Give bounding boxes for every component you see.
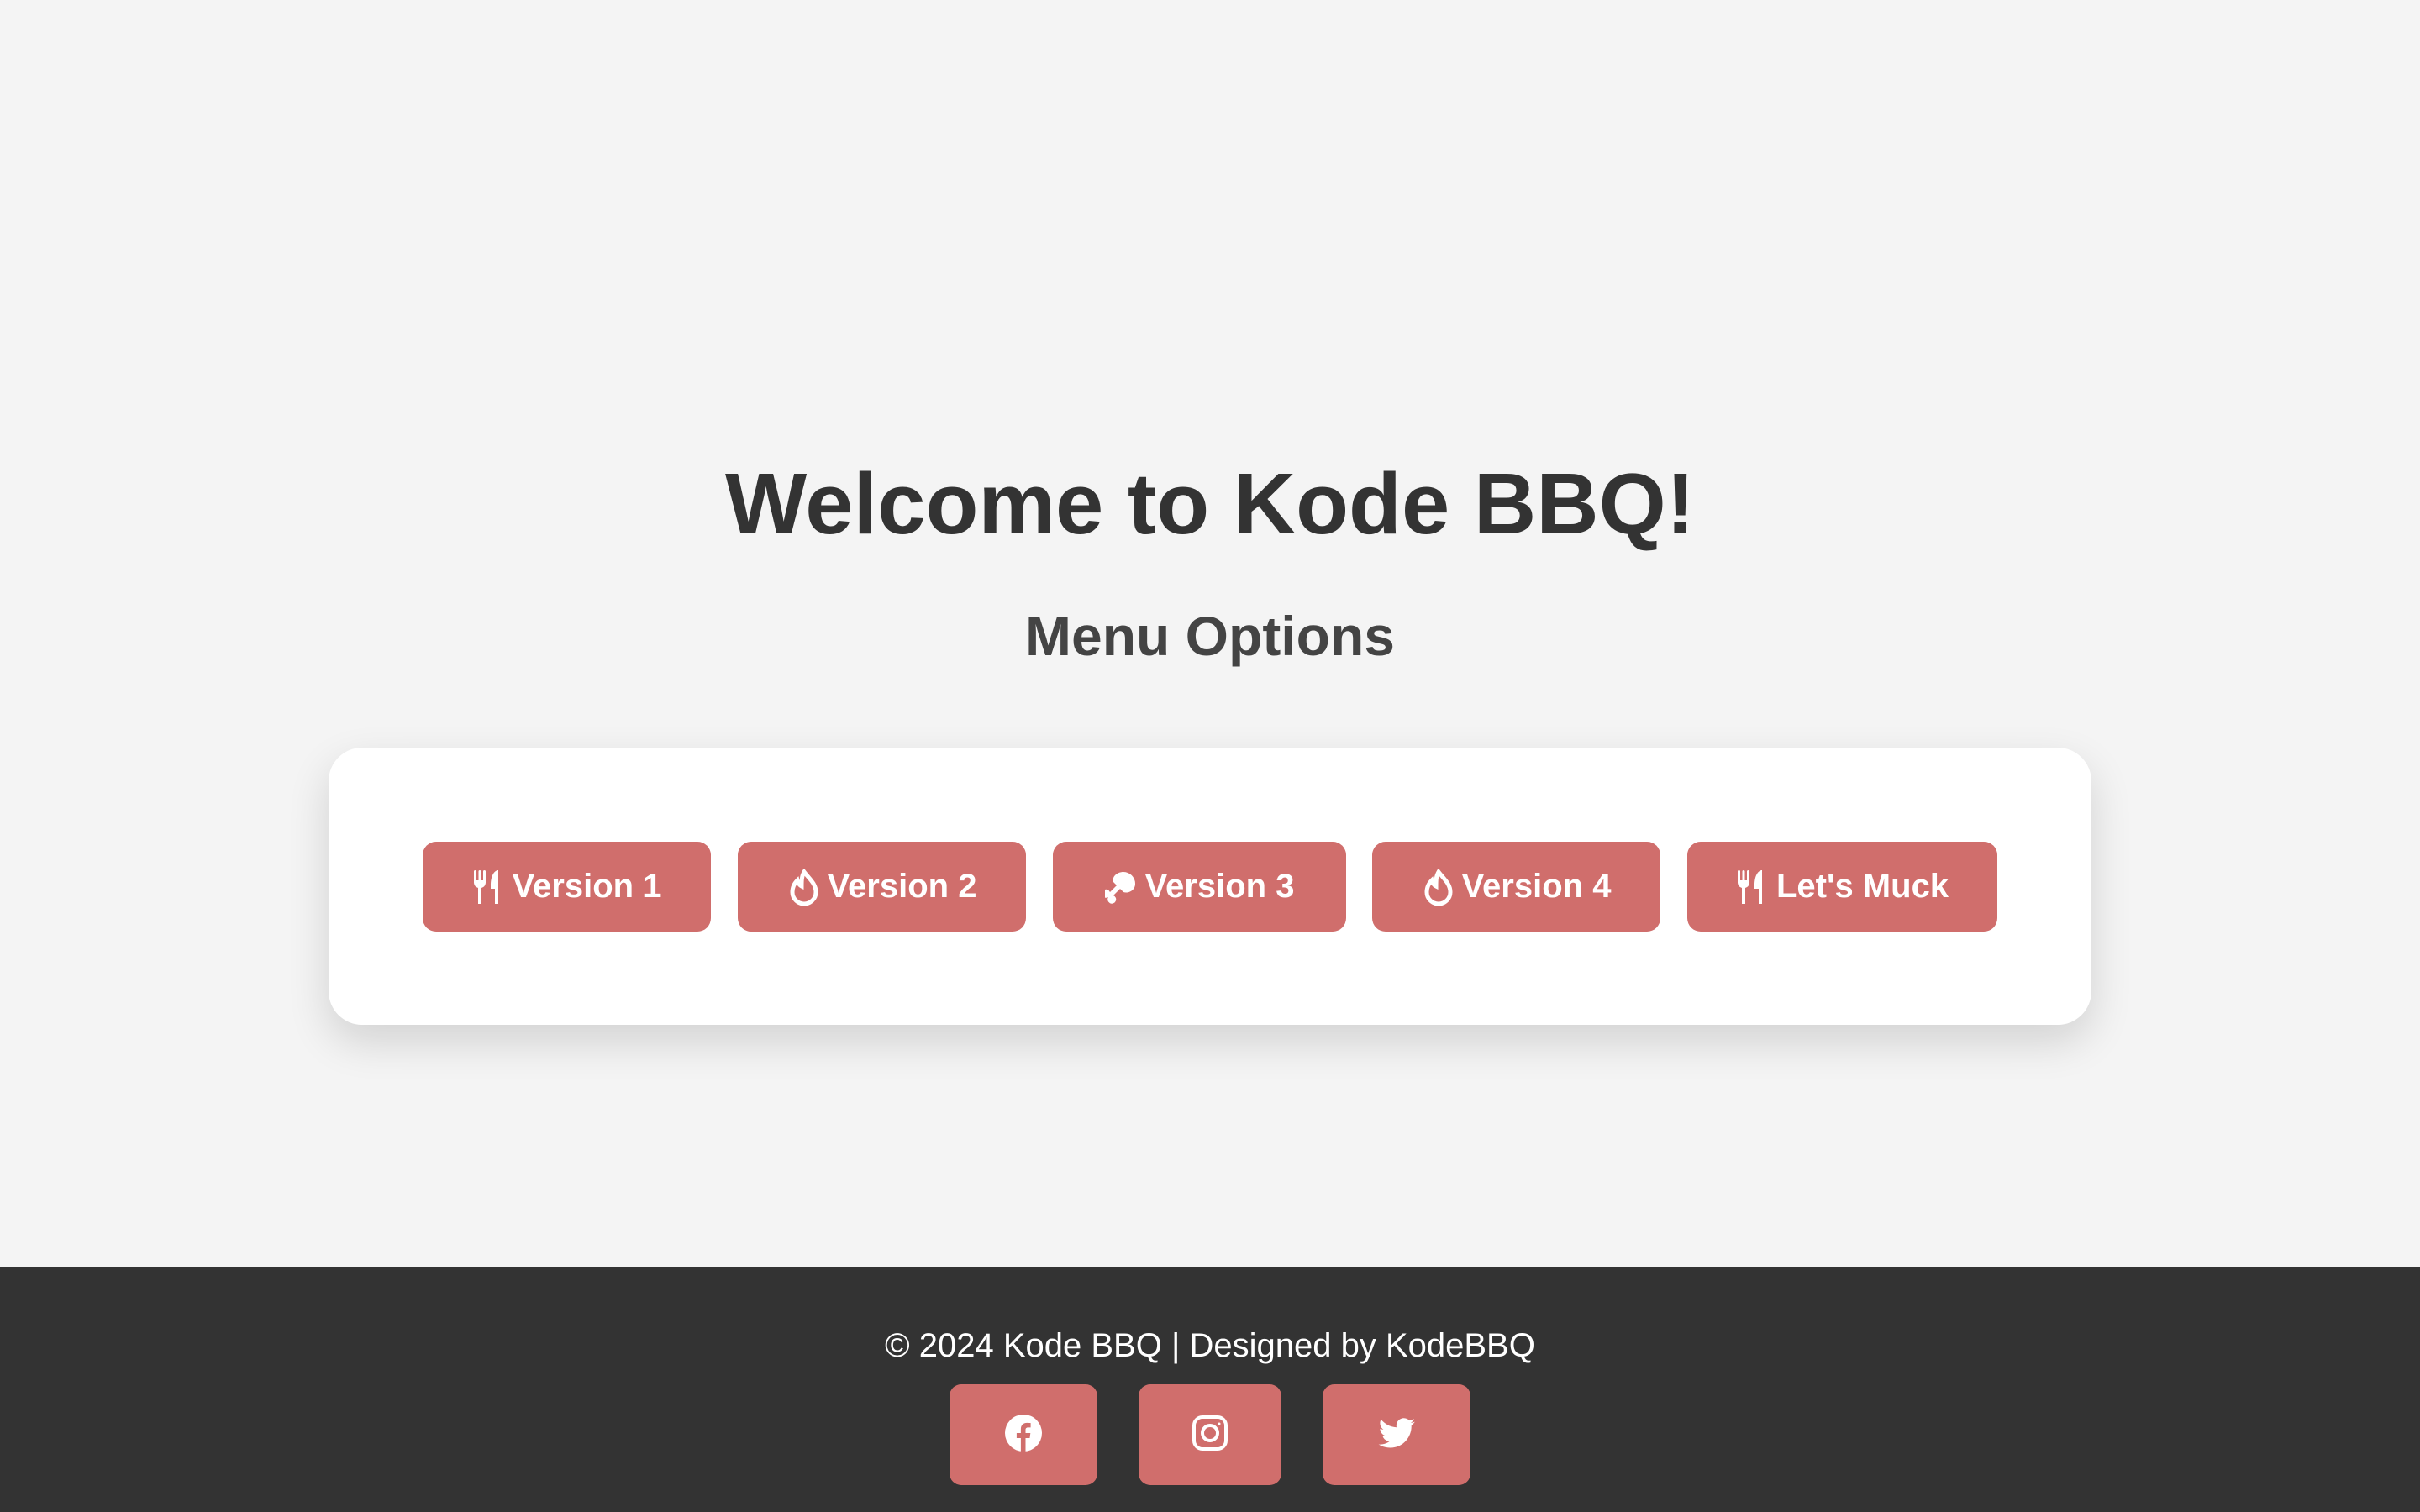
version-4-label: Version 4 (1461, 868, 1612, 905)
fire-icon (787, 868, 821, 906)
facebook-icon (1003, 1413, 1044, 1457)
version-1-label: Version 1 (512, 868, 662, 905)
copyright-text: © 2024 Kode BBQ | Designed by KodeBBQ (885, 1327, 1535, 1364)
lets-muck-button[interactable]: Let's Muck (1687, 842, 1997, 932)
menu-card: Version 1 Version 2 Version 3 Version 4 … (329, 748, 2091, 1025)
instagram-button[interactable] (1139, 1384, 1281, 1485)
footer: © 2024 Kode BBQ | Designed by KodeBBQ (0, 1267, 2420, 1512)
drumstick-icon (1104, 869, 1139, 906)
version-3-label: Version 3 (1144, 868, 1295, 905)
section-heading: Menu Options (1025, 605, 1395, 667)
version-4-button[interactable]: Version 4 (1372, 842, 1660, 932)
main-content: Welcome to Kode BBQ! Menu Options Versio… (0, 0, 2420, 1267)
version-2-button[interactable]: Version 2 (738, 842, 1026, 932)
utensils-icon (1736, 869, 1770, 906)
fire-icon (1422, 868, 1455, 906)
page: Welcome to Kode BBQ! Menu Options Versio… (0, 0, 2420, 1512)
page-title: Welcome to Kode BBQ! (724, 455, 1696, 552)
version-3-button[interactable]: Version 3 (1053, 842, 1346, 932)
instagram-icon (1190, 1413, 1230, 1457)
utensils-icon (472, 869, 506, 906)
facebook-button[interactable] (950, 1384, 1097, 1485)
lets-muck-label: Let's Muck (1776, 868, 1949, 905)
twitter-icon (1376, 1413, 1417, 1457)
version-2-label: Version 2 (827, 868, 977, 905)
twitter-button[interactable] (1323, 1384, 1470, 1485)
version-1-button[interactable]: Version 1 (423, 842, 711, 932)
